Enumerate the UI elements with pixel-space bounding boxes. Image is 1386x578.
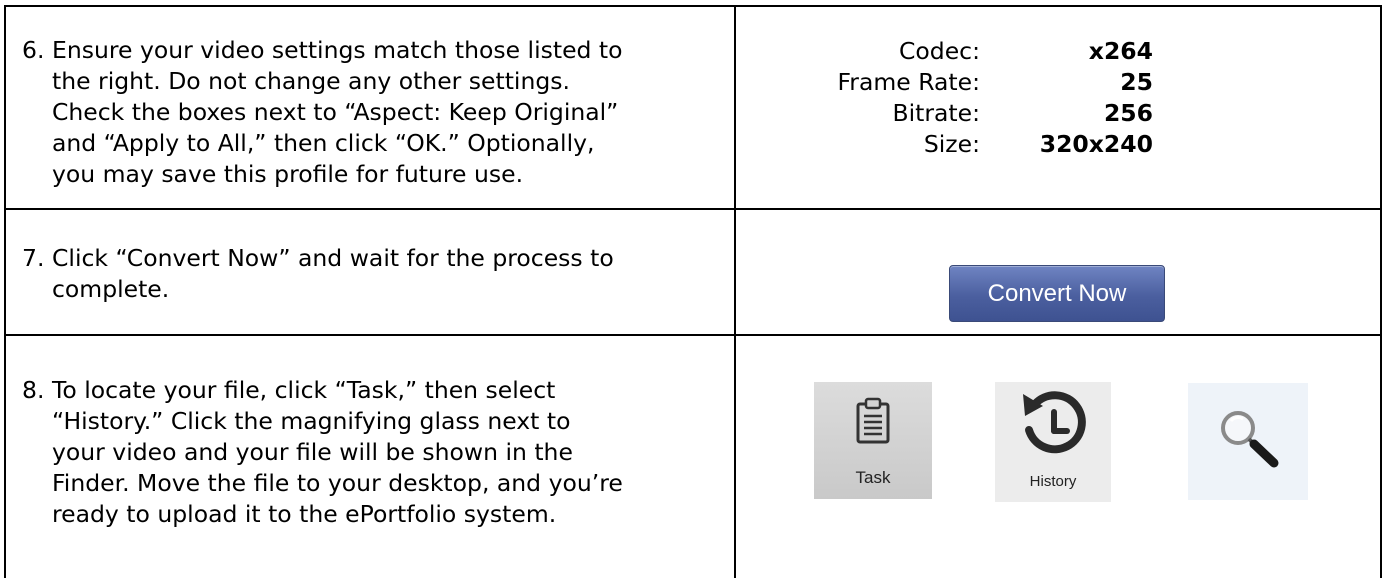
step-text: Click “Convert Now” and wait for the pro…	[52, 244, 614, 303]
setting-label: Frame Rate:	[837, 68, 981, 96]
table-border-left	[4, 5, 6, 578]
setting-row-size: Size: 320x240	[760, 129, 1320, 160]
task-label: Task	[855, 468, 891, 487]
setting-label: Bitrate:	[892, 99, 980, 127]
step-text: Ensure your video settings match those l…	[52, 36, 623, 188]
row-divider-2	[4, 334, 1382, 336]
step-6: 6. Ensure your video settings match thos…	[22, 35, 702, 190]
task-button[interactable]: Task	[814, 382, 932, 499]
row-divider-1	[4, 208, 1382, 210]
table-border-top	[4, 5, 1382, 7]
step-number: 7.	[22, 244, 45, 272]
setting-value: 320x240	[1039, 130, 1153, 158]
setting-value: 256	[1103, 99, 1153, 127]
history-label: History	[1029, 473, 1077, 490]
step-number: 8.	[22, 376, 45, 404]
step-8: 8. To locate your file, click “Task,” th…	[22, 375, 702, 530]
setting-value: x264	[1088, 37, 1153, 65]
setting-row-frame-rate: Frame Rate: 25	[760, 67, 1320, 98]
setting-label: Codec:	[899, 37, 980, 65]
setting-row-codec: Codec: x264	[760, 36, 1320, 67]
setting-row-bitrate: Bitrate: 256	[760, 98, 1320, 129]
history-button[interactable]: History	[995, 382, 1111, 502]
table-border-right	[1380, 5, 1382, 578]
step-number: 6.	[22, 36, 45, 64]
table-divider-middle	[734, 5, 736, 578]
setting-label: Size:	[923, 130, 980, 158]
convert-now-button[interactable]: Convert Now	[949, 265, 1165, 322]
step-7: 7. Click “Convert Now” and wait for the …	[22, 243, 702, 305]
video-settings-list: Codec: x264 Frame Rate: 25 Bitrate: 256 …	[760, 36, 1320, 160]
setting-value: 25	[1120, 68, 1153, 96]
step-text: To locate your file, click “Task,” then …	[52, 376, 623, 528]
reveal-in-finder-button[interactable]	[1188, 383, 1308, 500]
